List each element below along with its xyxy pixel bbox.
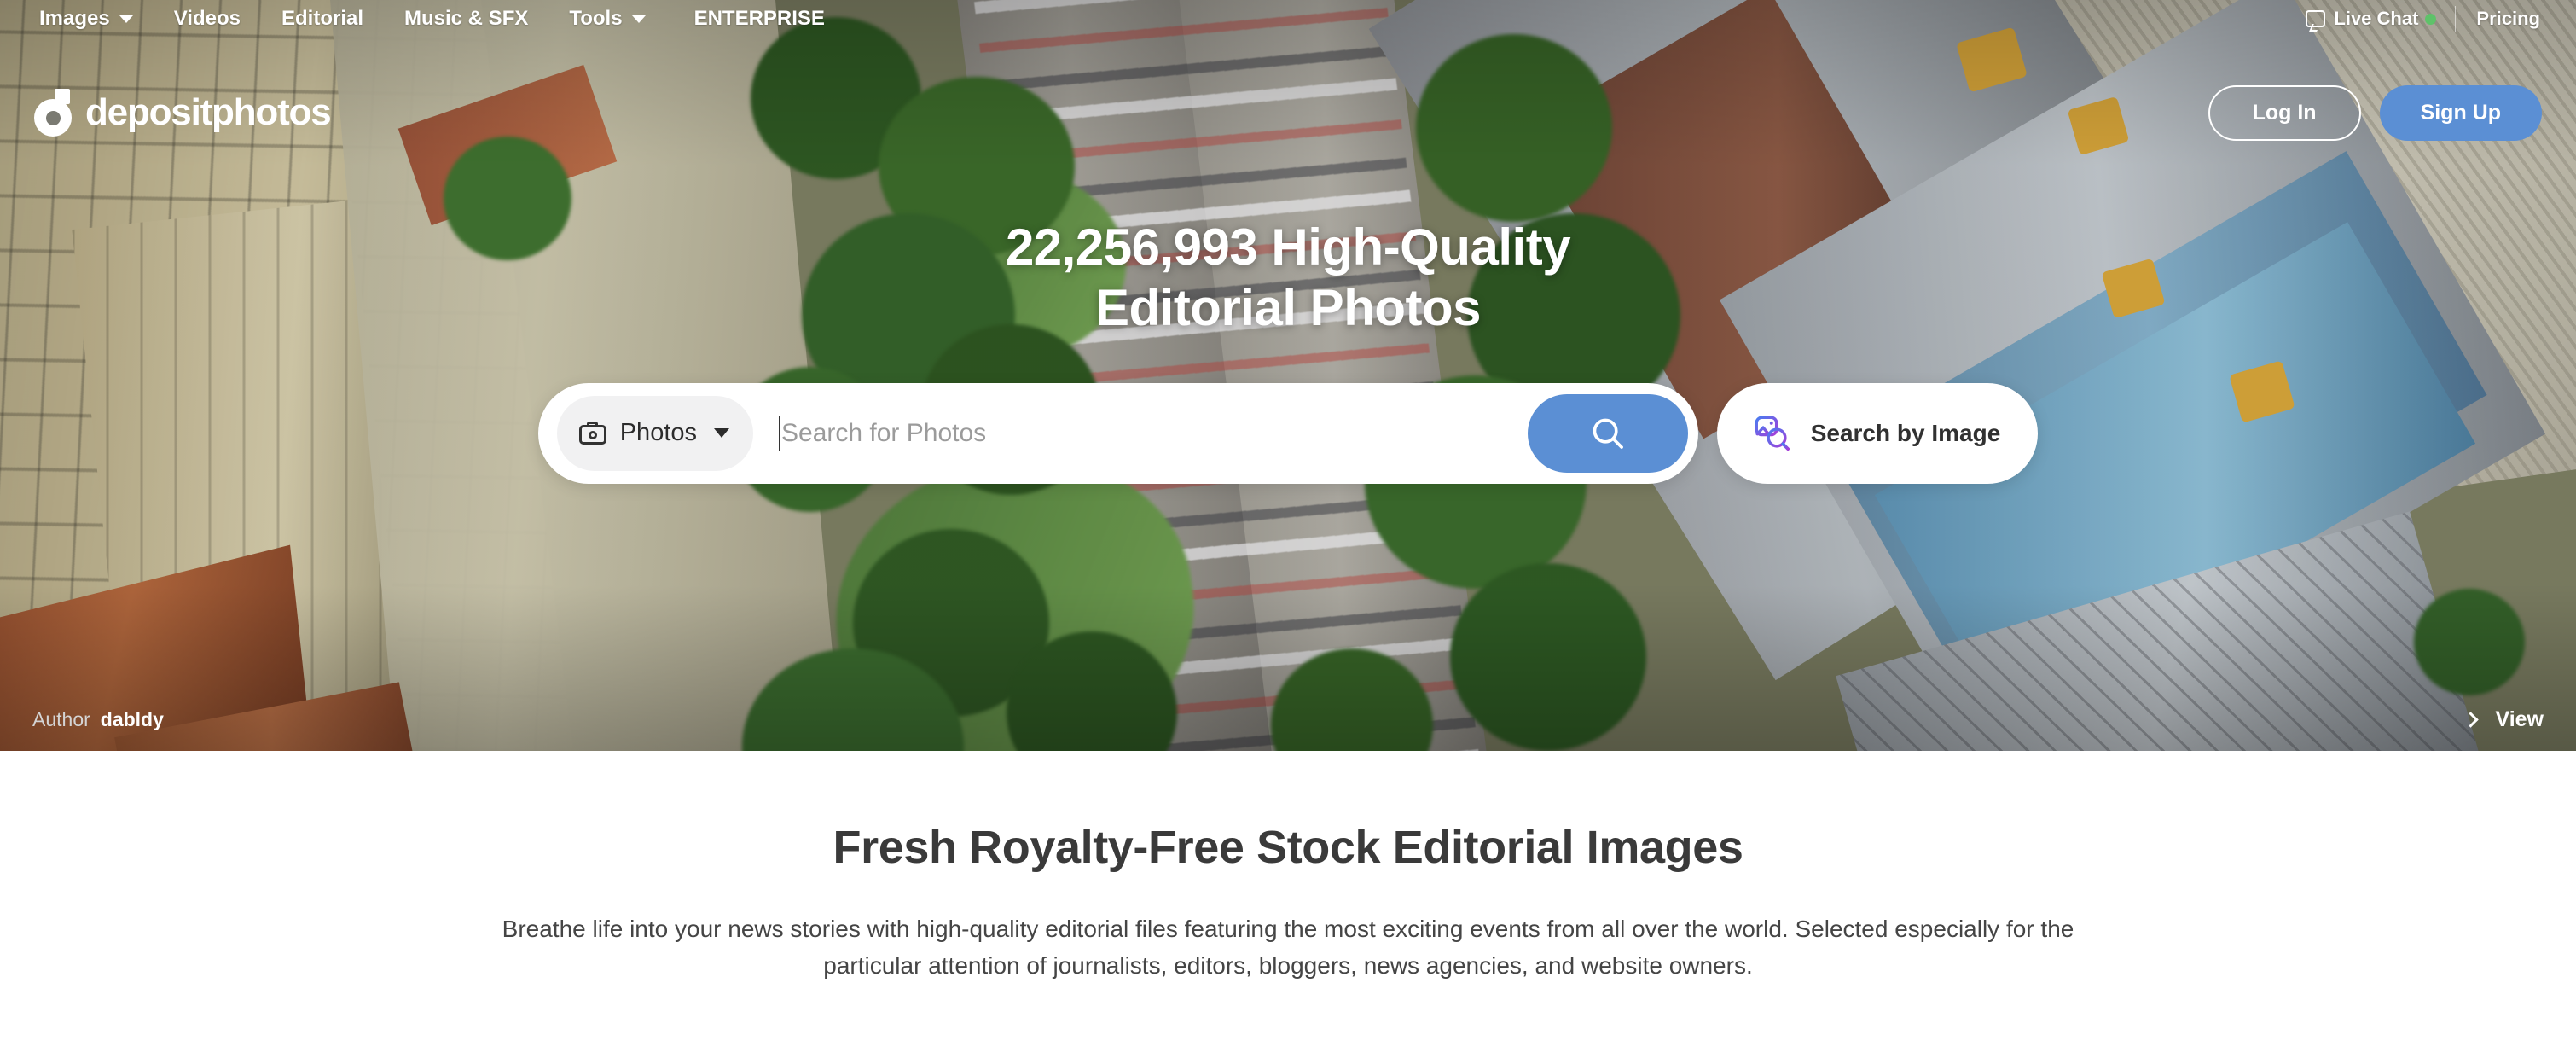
- live-chat-label: Live Chat: [2334, 8, 2419, 29]
- search-input-wrap: [753, 416, 1528, 451]
- view-photo-link[interactable]: View: [2463, 707, 2544, 732]
- pricing-link[interactable]: Pricing: [2456, 8, 2545, 30]
- depositphotos-camera-logo-icon: [34, 89, 72, 137]
- search-bar: Photos: [537, 382, 1698, 484]
- search-by-image-button[interactable]: Search by Image: [1716, 382, 2039, 484]
- hero-title-line-2: Editorial Photos: [1094, 278, 1482, 336]
- chevron-right-icon: [2463, 712, 2480, 728]
- author-label: Author: [32, 708, 90, 730]
- camera-icon: [578, 422, 606, 445]
- chat-bubble-icon: [2306, 10, 2326, 27]
- section-body-text: Breathe life into your news stories with…: [502, 916, 2074, 979]
- chevron-down-icon: [631, 15, 646, 23]
- text-cursor: [779, 416, 781, 451]
- section-title: Fresh Royalty-Free Stock Editorial Image…: [833, 822, 1743, 873]
- author-name: dabldy: [100, 708, 164, 730]
- online-status-dot: [2425, 13, 2437, 25]
- hero-title-line-1: 22,256,993 High-Quality: [1005, 218, 1571, 276]
- top-navigation-bar: Images Videos Editorial Music & SFX Tool…: [0, 0, 2576, 38]
- hero-banner: Images Videos Editorial Music & SFX Tool…: [0, 0, 2576, 751]
- hero-title: 22,256,993 High-Quality Editorial Photos: [1005, 218, 1571, 339]
- nav-item-music-sfx[interactable]: Music & SFX: [384, 7, 548, 31]
- view-label: View: [2495, 707, 2544, 731]
- nav-item-label: Music & SFX: [404, 7, 529, 30]
- search-submit-button[interactable]: [1527, 393, 1688, 473]
- live-chat-button[interactable]: Live Chat: [2306, 8, 2455, 30]
- nav-item-editorial[interactable]: Editorial: [261, 7, 384, 31]
- chevron-down-icon: [119, 15, 133, 23]
- brand-bar: depositphotos Log In Sign Up: [0, 79, 2576, 147]
- signup-button[interactable]: Sign Up: [2379, 84, 2542, 141]
- photo-credit[interactable]: Author dabldy: [32, 708, 164, 731]
- secondary-nav: Live Chat Pricing: [2306, 6, 2545, 32]
- magnifier-icon: [1593, 418, 1623, 449]
- nav-item-enterprise[interactable]: ENTERPRISE: [674, 7, 845, 31]
- nav-item-videos[interactable]: Videos: [154, 7, 261, 31]
- hero-footer: Author dabldy View: [0, 707, 2576, 732]
- chevron-down-icon: [714, 428, 730, 439]
- primary-nav: Images Videos Editorial Music & SFX Tool…: [31, 6, 845, 32]
- hero-content: 22,256,993 High-Quality Editorial Photos…: [0, 218, 2576, 484]
- nav-item-tools[interactable]: Tools: [548, 7, 665, 31]
- auth-buttons: Log In Sign Up: [2208, 84, 2542, 141]
- nav-item-label: Images: [39, 7, 110, 30]
- nav-item-label: Editorial: [281, 7, 363, 30]
- login-button[interactable]: Log In: [2208, 84, 2361, 141]
- search-input[interactable]: [781, 418, 1528, 448]
- search-row: Photos Search for Photos Search by Image: [537, 382, 2039, 484]
- logo-home-link[interactable]: depositphotos: [34, 89, 332, 137]
- logo-wordmark: depositphotos: [85, 91, 332, 133]
- intro-section: Fresh Royalty-Free Stock Editorial Image…: [0, 751, 2576, 985]
- search-type-label: Photos: [619, 419, 698, 447]
- search-by-image-icon: [1755, 416, 1790, 451]
- nav-item-images[interactable]: Images: [31, 7, 154, 31]
- nav-item-label: Videos: [173, 7, 241, 30]
- search-type-dropdown[interactable]: Photos: [556, 395, 754, 471]
- search-by-image-label: Search by Image: [1810, 419, 2001, 446]
- nav-item-label: ENTERPRISE: [693, 7, 825, 30]
- nav-item-label: Tools: [569, 7, 623, 30]
